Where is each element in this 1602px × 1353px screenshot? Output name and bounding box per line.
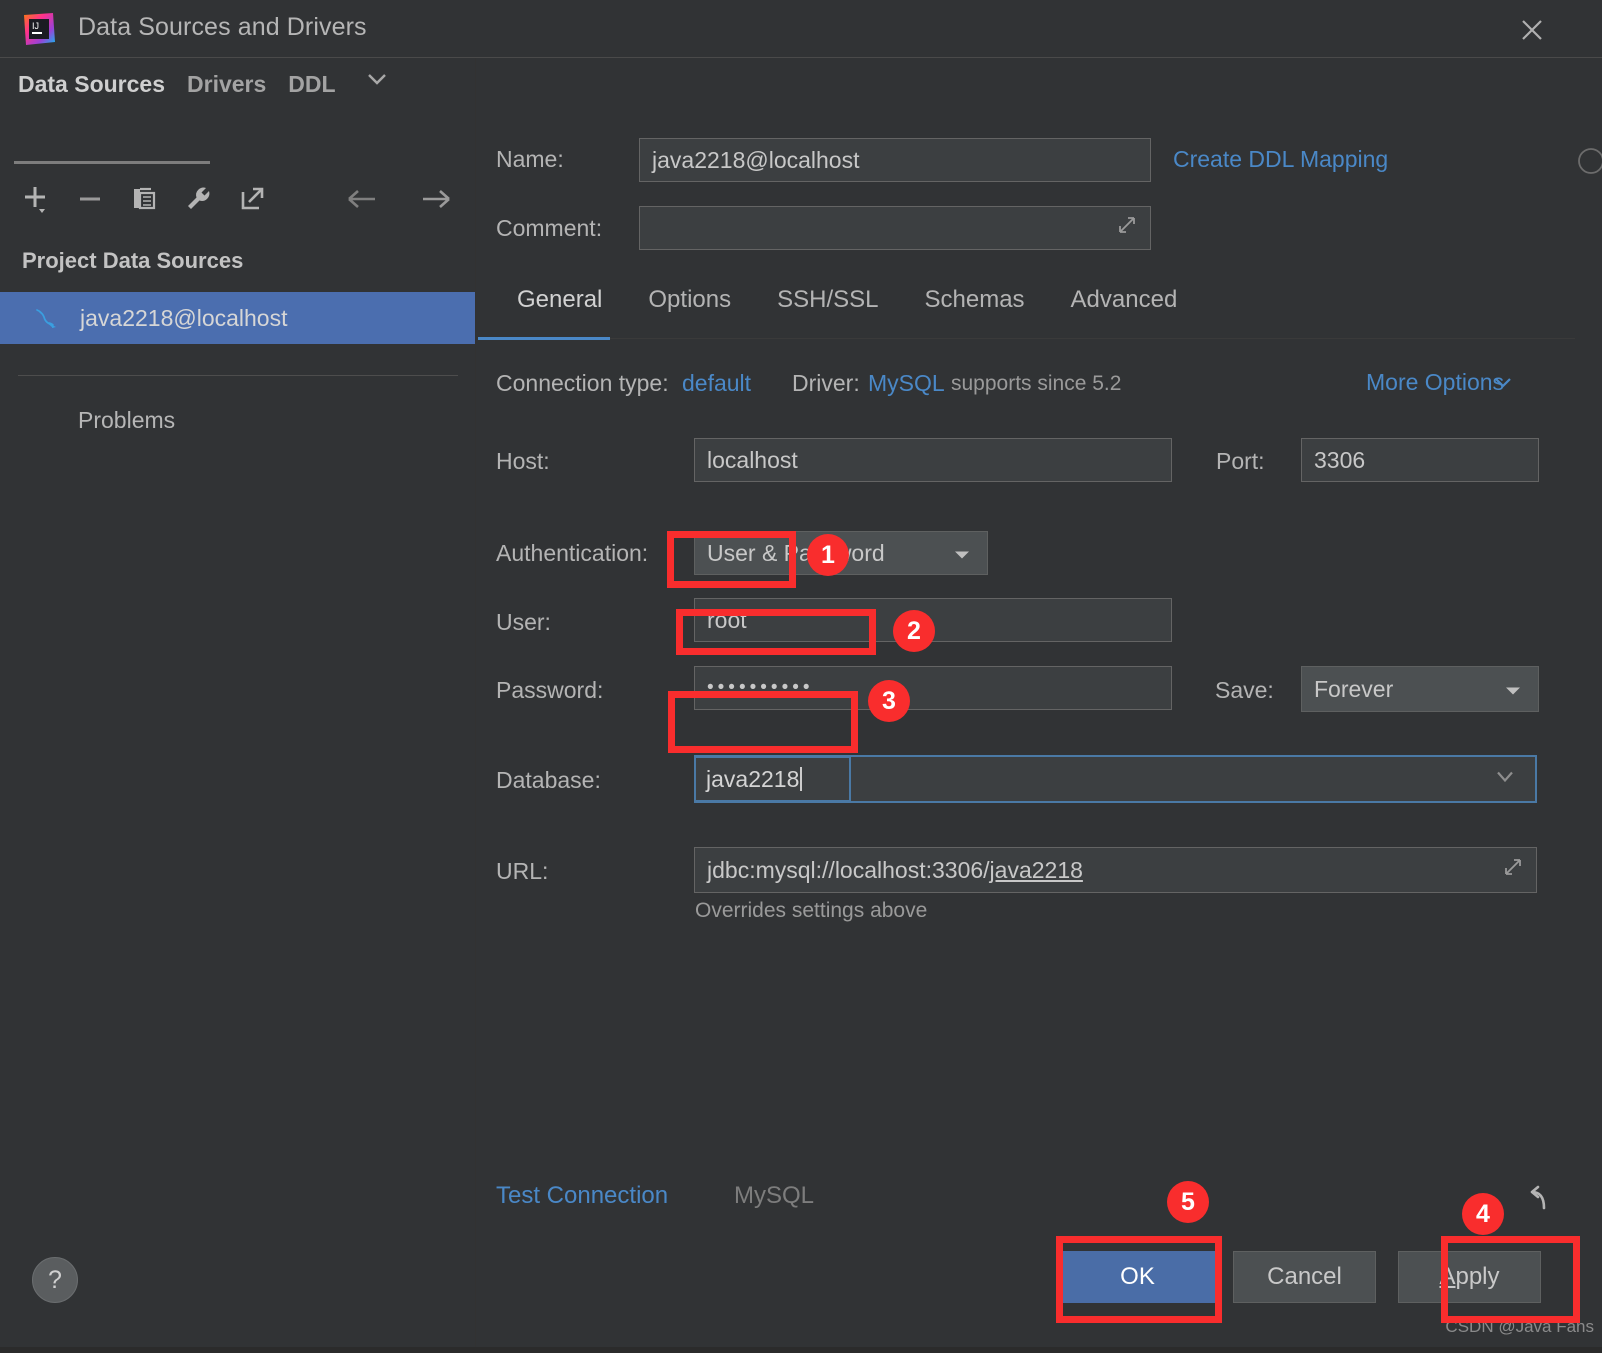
- minus-icon[interactable]: [68, 177, 112, 221]
- password-input[interactable]: ••••••••••: [694, 666, 1172, 710]
- revert-arrow-icon[interactable]: [1518, 1182, 1552, 1221]
- connection-type-value[interactable]: default: [682, 370, 751, 397]
- arrow-left-icon[interactable]: [341, 177, 385, 221]
- tab-ssh-ssl[interactable]: SSH/SSL: [754, 286, 901, 314]
- project-data-sources-title: Project Data Sources: [22, 248, 244, 273]
- expand-icon[interactable]: [1114, 212, 1140, 244]
- sidebar: Data Sources Drivers DDL Project Data So…: [0, 58, 476, 1353]
- external-link-icon[interactable]: [230, 177, 274, 221]
- caret-down-icon: [1504, 676, 1522, 703]
- tab-options[interactable]: Options: [625, 286, 754, 314]
- sidebar-divider: [18, 375, 458, 376]
- host-label: Host:: [496, 448, 550, 474]
- apply-mnemonic: A: [1439, 1263, 1456, 1290]
- authentication-value: User & Password: [707, 539, 885, 566]
- database-input[interactable]: java2218: [694, 756, 851, 802]
- save-select[interactable]: Forever: [1301, 666, 1539, 712]
- database-label: Database:: [496, 767, 601, 793]
- chevron-down-icon[interactable]: [1492, 374, 1514, 397]
- background-sliver: [0, 1347, 1602, 1353]
- mysql-dolphin-icon: [32, 303, 62, 333]
- question-mark-icon: ?: [48, 1265, 62, 1294]
- circle-icon: [1576, 146, 1602, 181]
- url-input[interactable]: jdbc:mysql://localhost:3306/java2218: [694, 847, 1537, 893]
- caret-down-icon: [953, 540, 971, 567]
- url-value-database-link[interactable]: java2218: [990, 857, 1083, 884]
- url-label: URL:: [496, 858, 549, 884]
- comment-label: Comment:: [496, 215, 603, 241]
- test-connection-link[interactable]: Test Connection: [496, 1182, 668, 1210]
- intellij-idea-icon: IJ: [22, 12, 56, 46]
- tab-advanced[interactable]: Advanced: [1048, 286, 1201, 314]
- dialog-body: Data Sources Drivers DDL Project Data So…: [0, 58, 1602, 1353]
- more-options-link[interactable]: More Options: [1366, 369, 1504, 396]
- sidebar-item-java2218-localhost[interactable]: java2218@localhost: [0, 292, 475, 344]
- password-label: Password:: [496, 677, 604, 703]
- apply-button[interactable]: Apply: [1398, 1251, 1541, 1303]
- comment-input[interactable]: [639, 206, 1151, 250]
- apply-label-rest: pply: [1455, 1263, 1500, 1290]
- sidebar-item-problems[interactable]: Problems: [78, 407, 175, 434]
- save-value: Forever: [1314, 675, 1394, 702]
- expand-icon[interactable]: [1500, 854, 1526, 886]
- user-label: User:: [496, 609, 551, 635]
- copy-icon[interactable]: [122, 177, 166, 221]
- svg-text:IJ: IJ: [32, 21, 39, 31]
- cancel-button[interactable]: Cancel: [1233, 1251, 1376, 1303]
- connection-type-label: Connection type:: [496, 370, 669, 396]
- active-settings-tab-underline: [478, 337, 610, 340]
- settings-tabs: General Options SSH/SSL Schemas Advanced: [494, 286, 1554, 338]
- host-input[interactable]: localhost: [694, 438, 1172, 482]
- port-label: Port:: [1216, 448, 1265, 474]
- chevron-down-icon[interactable]: [362, 69, 392, 94]
- plus-icon[interactable]: [14, 177, 58, 221]
- title-bar: IJ Data Sources and Drivers: [0, 0, 1602, 58]
- ok-button[interactable]: OK: [1060, 1251, 1215, 1303]
- authentication-select[interactable]: User & Password: [694, 531, 988, 575]
- text-cursor: [800, 767, 803, 791]
- create-ddl-mapping-link[interactable]: Create DDL Mapping: [1173, 146, 1388, 173]
- name-input[interactable]: java2218@localhost: [639, 138, 1151, 182]
- port-input[interactable]: 3306: [1301, 438, 1539, 482]
- authentication-label: Authentication:: [496, 540, 649, 566]
- url-value-plain: jdbc:mysql://localhost:3306/: [707, 856, 990, 883]
- sidebar-item-label: java2218@localhost: [80, 304, 288, 331]
- data-sources-and-drivers-dialog: IJ Data Sources and Drivers Data Sources…: [0, 0, 1602, 1353]
- sidebar-tab-data-sources[interactable]: Data Sources: [18, 71, 187, 106]
- sidebar-nav-group: [327, 177, 475, 221]
- name-label: Name:: [496, 146, 564, 172]
- tab-general[interactable]: General: [494, 286, 625, 314]
- sidebar-tab-drivers[interactable]: Drivers: [187, 71, 288, 106]
- database-value: java2218: [706, 765, 800, 792]
- driver-note: supports since 5.2: [951, 372, 1122, 395]
- wrench-icon[interactable]: [176, 177, 220, 221]
- window-title: Data Sources and Drivers: [78, 13, 367, 41]
- save-label: Save:: [1215, 677, 1274, 703]
- sidebar-tabs: Data Sources Drivers DDL: [0, 58, 475, 106]
- user-input[interactable]: root: [694, 598, 1172, 642]
- help-button[interactable]: ?: [32, 1257, 78, 1303]
- mysql-driver-label: MySQL: [734, 1182, 815, 1209]
- content-panel: Name: java2218@localhost Create DDL Mapp…: [476, 58, 1602, 1353]
- close-icon[interactable]: [1516, 14, 1548, 46]
- arrow-right-icon[interactable]: [413, 177, 457, 221]
- driver-label: Driver:: [792, 370, 860, 396]
- sidebar-toolbar: [0, 170, 475, 228]
- sidebar-tab-ddl[interactable]: DDL: [288, 71, 357, 106]
- active-tab-underline: [14, 161, 210, 164]
- tab-schemas[interactable]: Schemas: [902, 286, 1048, 314]
- tab-baseline: [478, 338, 1575, 339]
- watermark: CSDN @Java Fans: [1445, 1317, 1594, 1336]
- overrides-note: Overrides settings above: [695, 899, 928, 922]
- chevron-down-icon: [1493, 768, 1517, 791]
- driver-value[interactable]: MySQL: [868, 370, 945, 397]
